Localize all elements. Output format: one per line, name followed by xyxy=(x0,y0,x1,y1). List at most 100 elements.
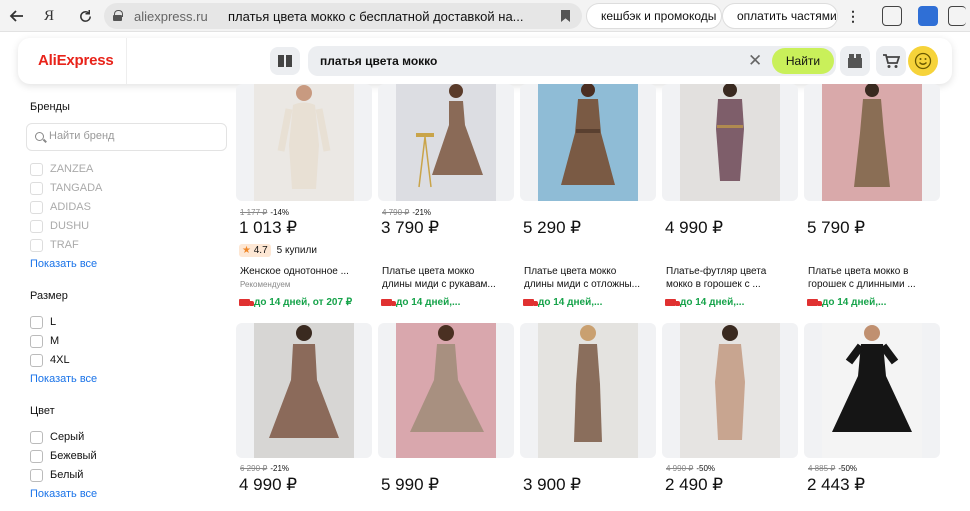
bought-count: 5 купили xyxy=(276,245,317,256)
installments-extension[interactable]: оплатить частями xyxy=(722,3,838,29)
checkbox[interactable] xyxy=(30,334,43,348)
product-title[interactable]: Женское однотонное ... xyxy=(240,265,368,278)
checkbox[interactable] xyxy=(30,238,43,252)
product-card[interactable]: 4 990 ₽ Платье-футляр цвета мокко в горо… xyxy=(662,84,798,314)
product-card[interactable]: 6 290 ₽ -21% 4 990 ₽ xyxy=(236,323,372,503)
size-option[interactable]: L xyxy=(30,314,56,330)
product-image[interactable] xyxy=(804,84,940,201)
brand-search-input[interactable] xyxy=(49,130,219,142)
size-option[interactable]: 4XL xyxy=(30,352,70,368)
product-title-line2[interactable]: мокко в горошек с ... xyxy=(666,278,794,291)
product-image[interactable] xyxy=(520,84,656,201)
catalog-button[interactable] xyxy=(270,47,300,75)
product-title-line2[interactable]: горошек с длинными ... xyxy=(808,278,936,291)
menu-dots-icon[interactable]: ⋮ xyxy=(842,5,864,27)
address-bar[interactable]: aliexpress.ru платья цвета мокко с беспл… xyxy=(104,3,582,29)
color-option[interactable]: Бежевый xyxy=(30,448,97,464)
product-image[interactable] xyxy=(378,84,514,201)
product-image[interactable] xyxy=(236,323,372,458)
recommended-note: Рекомендуем xyxy=(240,280,291,289)
reload-icon[interactable] xyxy=(74,5,96,27)
checkbox[interactable] xyxy=(30,219,43,233)
price: 2 490 ₽ xyxy=(665,475,724,494)
size-option[interactable]: M xyxy=(30,333,59,349)
product-card[interactable]: 5 790 ₽ Платье цвета мокко в горошек с д… xyxy=(804,84,940,314)
cashback-extension[interactable]: кешбэк и промокоды xyxy=(586,3,722,29)
coupon-icon[interactable] xyxy=(840,46,870,76)
yandex-icon[interactable]: Я xyxy=(38,5,60,27)
checkbox[interactable] xyxy=(30,200,43,214)
rating-row: ★ 4.7 5 купили xyxy=(239,244,317,257)
checkbox[interactable] xyxy=(30,449,43,463)
clear-icon[interactable]: ✕ xyxy=(748,51,762,71)
brands-show-all-link[interactable]: Показать все xyxy=(30,258,97,270)
lock-icon xyxy=(113,10,123,21)
color-label: Бежевый xyxy=(50,450,97,462)
brand-search-field[interactable] xyxy=(26,123,227,151)
delivery-text: до 14 дней,... xyxy=(396,297,461,308)
product-image[interactable] xyxy=(662,84,798,201)
brand-label: TANGADA xyxy=(50,182,103,194)
back-arrow-icon[interactable] xyxy=(6,5,28,27)
search-button[interactable]: Найти xyxy=(772,48,834,74)
product-card[interactable]: 5 290 ₽ Платье цвета мокко длины миди с … xyxy=(520,84,656,314)
price: 3 900 ₽ xyxy=(523,475,582,494)
product-card[interactable]: 5 990 ₽ xyxy=(378,323,514,503)
color-option[interactable]: Серый xyxy=(30,429,84,445)
product-card[interactable]: 4 885 ₽ -50% 2 443 ₽ xyxy=(804,323,940,503)
product-image[interactable] xyxy=(804,323,940,458)
product-image[interactable] xyxy=(662,323,798,458)
product-card[interactable]: 4 990 ₽ -50% 2 490 ₽ xyxy=(662,323,798,503)
product-title-line2[interactable]: длины миди с рукавам... xyxy=(382,278,510,291)
brand-option[interactable]: DUSHU xyxy=(30,218,89,234)
price: 2 443 ₽ xyxy=(807,475,866,494)
header-divider xyxy=(126,38,127,84)
checkbox[interactable] xyxy=(30,162,43,176)
checkbox[interactable] xyxy=(30,468,43,482)
size-heading: Размер xyxy=(30,290,68,302)
brand-option[interactable]: TANGADA xyxy=(30,180,102,196)
search-query[interactable]: платья цвета мокко xyxy=(320,54,437,68)
product-image[interactable] xyxy=(236,84,372,201)
product-title-line1[interactable]: Платье-футляр цвета xyxy=(666,265,794,278)
brand-option[interactable]: ZANZEA xyxy=(30,161,93,177)
old-price: 4 790 ₽ xyxy=(382,208,410,217)
color-show-all-link[interactable]: Показать все xyxy=(30,488,97,500)
product-title-line1[interactable]: Платье цвета мокко xyxy=(382,265,510,278)
product-card[interactable]: 3 900 ₽ xyxy=(520,323,656,503)
brands-heading: Бренды xyxy=(30,101,70,113)
old-price-row: 6 290 ₽ -21% xyxy=(240,464,289,473)
delivery-info: до 14 дней, от 207 ₽ xyxy=(239,297,352,308)
product-title-line1[interactable]: Платье цвета мокко xyxy=(524,265,652,278)
search-input[interactable]: платья цвета мокко ✕ xyxy=(308,46,836,76)
product-card[interactable]: 1 177 ₽ -14% 1 013 ₽ ★ 4.7 5 купили Женск… xyxy=(236,84,372,314)
discount: -14% xyxy=(270,208,290,217)
brand-option[interactable]: ADIDAS xyxy=(30,199,91,215)
cart-icon[interactable] xyxy=(876,46,906,76)
product-card[interactable]: 4 790 ₽ -21% 3 790 ₽ Платье цвета мокко д… xyxy=(378,84,514,314)
color-label: Серый xyxy=(50,431,85,443)
product-image[interactable] xyxy=(520,323,656,458)
browser-toolbar: Я aliexpress.ru платья цвета мокко с бес… xyxy=(0,0,970,32)
translate-icon[interactable] xyxy=(882,6,902,26)
extension-panel-icon[interactable] xyxy=(948,6,966,26)
product-image[interactable] xyxy=(378,323,514,458)
percent-icon xyxy=(591,12,599,20)
checkbox[interactable] xyxy=(30,181,43,195)
checkbox[interactable] xyxy=(30,315,43,329)
brand-option[interactable]: TRAF xyxy=(30,237,79,253)
brand-label: TRAF xyxy=(50,239,79,251)
size-label: 4XL xyxy=(50,354,70,366)
extension-shield-icon[interactable] xyxy=(918,6,938,26)
discount: -50% xyxy=(838,464,858,473)
cashback-label: кешбэк и промокоды xyxy=(601,9,717,23)
checkbox[interactable] xyxy=(30,353,43,367)
color-option[interactable]: Белый xyxy=(30,467,83,483)
bookmark-icon[interactable] xyxy=(561,10,570,22)
size-show-all-link[interactable]: Показать все xyxy=(30,373,97,385)
product-title-line2[interactable]: длины миди с отложны... xyxy=(524,278,652,291)
checkbox[interactable] xyxy=(30,430,43,444)
product-title-line1[interactable]: Платье цвета мокко в xyxy=(808,265,936,278)
profile-icon[interactable] xyxy=(908,46,938,76)
aliexpress-logo[interactable]: AliExpress xyxy=(38,52,114,69)
